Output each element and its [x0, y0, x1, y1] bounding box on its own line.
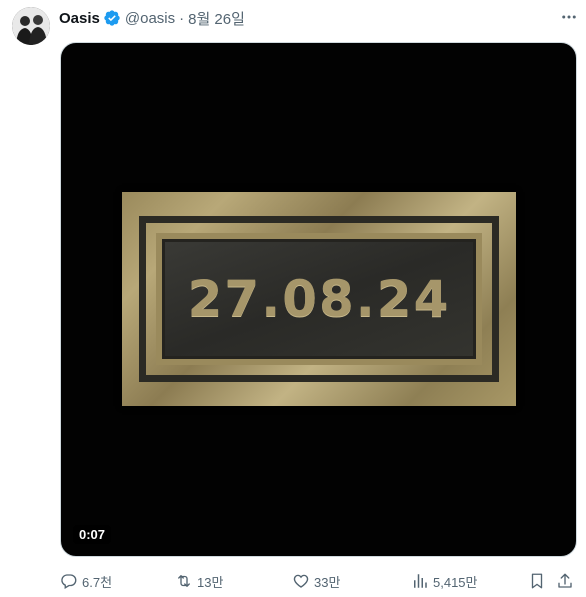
plate-inner-frame: 27.08.24	[156, 233, 482, 365]
reply-count: 6.7천	[82, 574, 113, 590]
retweet-icon	[178, 575, 190, 587]
separator-dot: ·	[179, 9, 185, 27]
author-handle[interactable]: @oasis	[125, 10, 175, 27]
bookmark-icon	[531, 573, 543, 589]
video-player[interactable]: 27.08.24 0:07	[60, 42, 577, 557]
avatar[interactable]	[12, 7, 50, 45]
avatar-image	[12, 7, 50, 45]
like-button[interactable]: 33만	[292, 571, 340, 591]
tweet-date[interactable]: 8월 26일	[188, 8, 245, 29]
like-count: 33만	[314, 574, 341, 590]
plate-outer-frame: 27.08.24	[139, 216, 499, 382]
views-icon	[414, 574, 427, 588]
bookmark-button[interactable]	[528, 571, 546, 591]
author-name[interactable]: Oasis	[59, 10, 100, 27]
share-button[interactable]	[556, 571, 574, 591]
verified-icon	[103, 9, 121, 27]
more-icon[interactable]	[558, 6, 580, 28]
retweet-button[interactable]: 13만	[175, 571, 223, 591]
heart-icon	[293, 574, 309, 588]
reply-icon	[61, 574, 77, 589]
brass-plate: 27.08.24	[122, 192, 516, 406]
tweet[interactable]: Oasis @oasis · 8월 26일 27.08.24 0:07 6.7천…	[0, 0, 586, 597]
action-bar: 6.7천 13만 33만 5,415만	[60, 571, 580, 591]
video-timestamp: 0:07	[73, 525, 112, 544]
share-icon	[558, 573, 572, 588]
retweet-count: 13만	[197, 574, 224, 590]
reply-button[interactable]: 6.7천	[60, 571, 112, 591]
views-button[interactable]: 5,415만	[411, 571, 478, 591]
views-count: 5,415만	[433, 574, 478, 590]
tweet-header: Oasis @oasis · 8월 26일	[59, 8, 245, 28]
plate-date-text: 27.08.24	[187, 270, 451, 328]
